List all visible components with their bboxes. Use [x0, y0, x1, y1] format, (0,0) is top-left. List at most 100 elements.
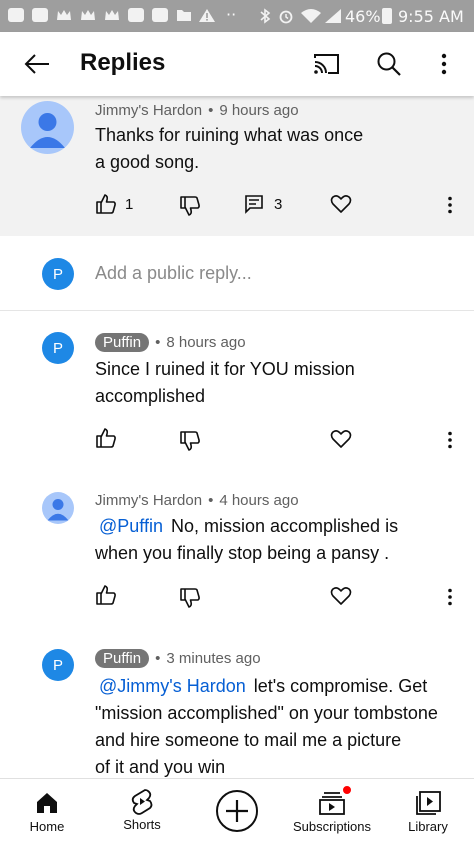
comment-line: @Puffin No, mission accomplished is — [95, 513, 398, 540]
nav-label: Home — [29, 819, 65, 834]
comment-line: and hire someone to mail me a picture — [95, 730, 402, 750]
library-icon — [416, 791, 441, 815]
avatar[interactable]: P — [42, 649, 74, 681]
reply-input[interactable]: Add a public reply... — [95, 263, 252, 284]
more-options-button[interactable] — [424, 44, 464, 84]
avatar[interactable] — [21, 101, 74, 154]
comment-more-button[interactable] — [447, 588, 453, 606]
nav-label: Subscriptions — [292, 819, 372, 834]
heart-button[interactable] — [330, 586, 352, 606]
comment-more-button[interactable] — [447, 196, 453, 214]
thumb-down-icon — [180, 431, 200, 451]
dislike-button[interactable] — [179, 587, 201, 609]
comment-more-button[interactable] — [447, 431, 453, 449]
warning-icon — [198, 8, 215, 22]
heart-icon — [330, 195, 352, 213]
crown-notification-icon — [56, 8, 72, 22]
comment-text: Since I ruined it for YOU mission accomp… — [95, 356, 355, 410]
dislike-button[interactable] — [179, 430, 201, 452]
parent-comment: Jimmy's Hardon • 9 hours ago Thanks for … — [0, 96, 474, 236]
thumb-up-icon — [96, 428, 116, 448]
comment-author[interactable]: Jimmy's Hardon — [95, 102, 202, 119]
replies-button[interactable]: 3 — [244, 194, 282, 214]
folder-notification-icon — [176, 8, 192, 22]
subscriptions-icon — [319, 792, 345, 815]
comment-time: 3 minutes ago — [166, 650, 261, 667]
comment-line: accomplished — [95, 386, 206, 406]
notification-dot — [342, 785, 352, 795]
user-avatar: P — [42, 258, 74, 290]
cast-button[interactable] — [306, 44, 346, 84]
comment-meta: Puffin • 8 hours ago — [95, 333, 246, 352]
comment-line: Since I ruined it for YOU mission — [95, 359, 355, 379]
more-vert-icon — [448, 196, 452, 214]
comment-text: Thanks for ruining what was once a good … — [95, 122, 363, 176]
app-screen: ·· 46% 9:55 AM Replies Jimmy's Hardon • … — [0, 0, 474, 842]
comment-line: "mission accomplished" on your tombstone — [95, 703, 438, 723]
mention-link[interactable]: @Jimmy's Hardon — [99, 676, 246, 696]
heart-icon — [330, 430, 352, 448]
meta-separator: • — [155, 334, 161, 351]
like-button[interactable]: 1 — [95, 193, 133, 215]
comment-text: @Puffin No, mission accomplished is when … — [95, 513, 398, 567]
comment-time: 9 hours ago — [219, 102, 299, 119]
status-bar: ·· 46% 9:55 AM — [0, 0, 474, 32]
create-icon — [216, 790, 258, 832]
mention-link[interactable]: @Puffin — [99, 516, 163, 536]
app-notification-icon — [32, 8, 48, 22]
back-button[interactable] — [17, 44, 57, 84]
subscriptions-icon-wrap — [318, 785, 352, 815]
nav-label: Shorts — [123, 817, 161, 832]
like-button[interactable] — [95, 427, 117, 449]
comment-line: @Jimmy's Hardon let's compromise. Get — [95, 673, 438, 700]
more-vert-icon — [448, 588, 452, 606]
meta-separator: • — [208, 102, 214, 119]
nav-create[interactable] — [212, 779, 262, 842]
wifi-icon — [300, 8, 322, 23]
comment-icon — [245, 195, 263, 214]
search-icon — [377, 52, 401, 76]
heart-button[interactable] — [330, 194, 352, 214]
comment-line: of it and you win — [95, 757, 226, 777]
youtube-notification-icon — [8, 8, 24, 22]
crown-notification-icon — [104, 8, 120, 22]
author-chip[interactable]: Puffin — [95, 649, 150, 668]
like-button[interactable] — [95, 584, 117, 606]
reply-comment: P Puffin • 3 minutes ago @Jimmy's Hardon… — [0, 631, 474, 778]
avatar[interactable]: P — [42, 332, 74, 364]
comment-line-text: let's compromise. Get — [253, 676, 428, 696]
nav-shorts[interactable]: Shorts — [112, 779, 172, 842]
more-vert-icon — [448, 431, 452, 449]
author-chip[interactable]: Puffin — [95, 333, 150, 352]
thumb-up-icon — [96, 585, 116, 605]
more-notifications-indicator: ·· — [226, 5, 237, 24]
youtube-notification-icon — [152, 8, 168, 22]
cast-icon — [314, 54, 339, 74]
comment-line-text: No, mission accomplished is — [170, 516, 399, 536]
nav-home[interactable]: Home — [18, 779, 76, 842]
comment-meta: Jimmy's Hardon • 4 hours ago — [95, 492, 299, 509]
comment-author[interactable]: Jimmy's Hardon — [95, 492, 202, 509]
heart-button[interactable] — [330, 429, 352, 449]
nav-library[interactable]: Library — [398, 779, 458, 842]
signal-icon — [324, 8, 342, 23]
comment-text: @Jimmy's Hardon let's compromise. Get "mi… — [95, 673, 438, 781]
search-button[interactable] — [369, 44, 409, 84]
nav-subscriptions[interactable]: Subscriptions — [288, 779, 376, 842]
meta-separator: • — [208, 492, 214, 509]
avatar[interactable] — [42, 492, 74, 524]
like-count: 1 — [125, 195, 134, 213]
dislike-button[interactable] — [179, 195, 201, 217]
battery-icon — [382, 8, 392, 24]
reply-count: 3 — [274, 195, 283, 213]
more-vert-icon — [441, 53, 447, 75]
battery-percent: 46% — [345, 7, 381, 26]
crown-notification-icon — [80, 8, 96, 22]
reply-comment: P Puffin • 8 hours ago Since I ruined it… — [0, 311, 474, 471]
nav-label: Library — [408, 819, 448, 834]
reply-comment: Jimmy's Hardon • 4 hours ago @Puffin No, … — [0, 471, 474, 631]
page-title: Replies — [80, 49, 166, 76]
comment-time: 8 hours ago — [166, 334, 246, 351]
heart-icon — [330, 587, 352, 605]
bottom-navigation: Home Shorts Subscriptions Library — [0, 778, 474, 842]
